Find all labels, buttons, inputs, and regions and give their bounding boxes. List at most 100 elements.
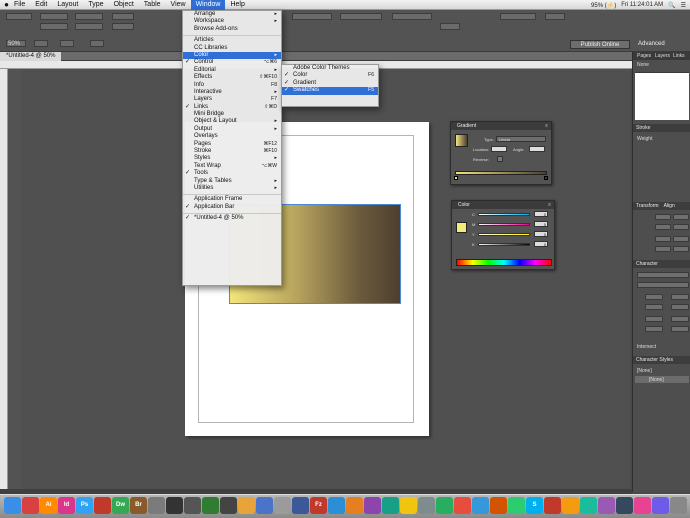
menu-window[interactable]: Window xyxy=(190,0,226,10)
dock-app-icon[interactable] xyxy=(472,497,489,514)
dock-app-icon[interactable] xyxy=(508,497,525,514)
character-styles-header[interactable]: Character Styles xyxy=(633,356,690,364)
stroke-panel-header[interactable]: Stroke xyxy=(633,124,690,132)
menu-item-links[interactable]: ✓ Links ⇧⌘D xyxy=(183,104,281,111)
panel-menu-icon[interactable]: ≡ xyxy=(548,201,551,209)
arrange-documents-button[interactable] xyxy=(90,40,104,47)
leading-field[interactable] xyxy=(671,294,689,300)
tab-pages[interactable]: Pages xyxy=(637,53,651,59)
stroke-type-field[interactable] xyxy=(340,13,382,20)
dock-app-icon[interactable]: Ai xyxy=(40,497,57,514)
gradient-swatch[interactable] xyxy=(455,134,468,147)
channel-value-y[interactable]: 0 xyxy=(534,231,548,237)
dock-app-icon[interactable]: Id xyxy=(58,497,75,514)
menu-item-application-frame[interactable]: Application Frame xyxy=(183,196,281,203)
status-item[interactable]: ☰ xyxy=(681,2,686,9)
menu-item-arrange[interactable]: Arrange ▸ xyxy=(183,11,281,18)
gradient-panel-header[interactable]: Gradient ≡ xyxy=(451,122,551,130)
panel-menu-icon[interactable]: ≡ xyxy=(545,122,548,130)
dock-app-icon[interactable] xyxy=(562,497,579,514)
dock-app-icon[interactable]: Dw xyxy=(112,497,129,514)
screen-mode-button[interactable] xyxy=(60,40,74,47)
channel-value-k[interactable]: 0 xyxy=(534,241,548,247)
dock-app-icon[interactable] xyxy=(616,497,633,514)
zoom-field[interactable]: 50% xyxy=(6,40,26,47)
corner-field[interactable] xyxy=(545,13,565,20)
dock-app-icon[interactable] xyxy=(346,497,363,514)
menu-type[interactable]: Type xyxy=(83,0,108,10)
menu-item-overlays[interactable]: Overlays xyxy=(183,133,281,140)
dock-app-icon[interactable] xyxy=(454,497,471,514)
vertical-ruler[interactable] xyxy=(0,69,8,489)
fill-swatch[interactable] xyxy=(456,222,467,233)
transform-panel-header[interactable]: Transform Align xyxy=(633,202,690,210)
dock-app-icon[interactable]: Br xyxy=(130,497,147,514)
menu-item-application-bar[interactable]: ✓ Application Bar xyxy=(183,204,281,211)
w-field[interactable] xyxy=(75,13,103,20)
dock-app-icon[interactable]: Ps xyxy=(76,497,93,514)
dock-app-icon[interactable] xyxy=(490,497,507,514)
status-item[interactable]: 95% (⚡) xyxy=(591,2,616,9)
vertical-scale-field[interactable] xyxy=(645,316,663,322)
menu-item-mini-bridge[interactable]: Mini Bridge xyxy=(183,111,281,118)
menu-item-color[interactable]: ✓ Color F6 xyxy=(282,72,378,79)
scale-x-field[interactable] xyxy=(112,13,134,20)
publish-online-button[interactable]: Publish Online xyxy=(570,40,630,49)
skew-field[interactable] xyxy=(671,326,689,332)
dock-app-icon[interactable] xyxy=(580,497,597,514)
menu-item-object-layout[interactable]: Object & Layout ▸ xyxy=(183,118,281,125)
align-tab[interactable]: Align xyxy=(664,203,675,209)
menu-item-effects[interactable]: Effects ⇧⌘F10 xyxy=(183,74,281,81)
baseline-shift-field[interactable] xyxy=(645,326,663,332)
menu-item-stroke[interactable]: Stroke ⌘F10 xyxy=(183,148,281,155)
horizontal-scale-field[interactable] xyxy=(671,316,689,322)
menu-item-info[interactable]: Info F8 xyxy=(183,82,281,89)
menu-item-tools[interactable]: ✓ Tools xyxy=(183,170,281,177)
dock-app-icon[interactable] xyxy=(400,497,417,514)
font-family-field[interactable] xyxy=(637,272,689,278)
opacity-field[interactable] xyxy=(392,13,432,20)
gradient-angle-field[interactable] xyxy=(529,146,545,152)
menu-item-workspace[interactable]: Workspace ▸ xyxy=(183,18,281,25)
gradient-reverse-button[interactable] xyxy=(497,156,503,162)
transform-h-field[interactable] xyxy=(673,224,689,230)
menu-item-utilities[interactable]: Utilities ▸ xyxy=(183,185,281,192)
dock-app-icon[interactable] xyxy=(670,497,687,514)
status-item[interactable]: Fri 11:24:01 AM xyxy=(621,2,663,8)
menu-layout[interactable]: Layout xyxy=(52,0,83,10)
menu-help[interactable]: Help xyxy=(225,0,249,10)
menu-item-swatches[interactable]: ✓ Swatches F5 xyxy=(282,87,378,95)
menu-item-adobe-color-themes[interactable]: Adobe Color Themes xyxy=(282,65,378,72)
dock-app-icon[interactable] xyxy=(364,497,381,514)
tracking-field[interactable] xyxy=(671,304,689,310)
dock-app-icon[interactable] xyxy=(544,497,561,514)
character-style-row[interactable]: [None] xyxy=(635,376,689,383)
dock-app-icon[interactable] xyxy=(94,497,111,514)
channel-value-c[interactable]: 0 xyxy=(534,211,548,217)
color-panel-header[interactable]: Color ≡ xyxy=(452,201,554,209)
menu-item-control[interactable]: ✓ Control ⌥⌘6 xyxy=(183,59,281,66)
menu-view[interactable]: View xyxy=(166,0,191,10)
character-panel-header[interactable]: Character xyxy=(633,260,690,268)
dock-app-icon[interactable] xyxy=(418,497,435,514)
dock-app-icon[interactable] xyxy=(328,497,345,514)
dock-app-icon[interactable] xyxy=(634,497,651,514)
document-tab[interactable]: *Untitled-4 @ 50% xyxy=(0,52,62,61)
menu-table[interactable]: Table xyxy=(139,0,166,10)
menu-item-pages[interactable]: Pages ⌘F12 xyxy=(183,141,281,148)
dock-app-icon[interactable] xyxy=(256,497,273,514)
dock-app-icon[interactable] xyxy=(652,497,669,514)
transform-shear-field[interactable] xyxy=(673,246,689,252)
gradient-location-field[interactable] xyxy=(491,146,507,152)
menu-item-interactive[interactable]: Interactive ▸ xyxy=(183,89,281,96)
stroke-weight-field[interactable] xyxy=(292,13,332,20)
transform-w-field[interactable] xyxy=(673,214,689,220)
transform-tab[interactable]: Transform xyxy=(636,203,659,209)
dock-app-icon[interactable]: S xyxy=(526,497,543,514)
transform-scale-y-field[interactable] xyxy=(673,236,689,242)
y-field[interactable] xyxy=(40,23,68,30)
apple-icon[interactable]: ● xyxy=(0,0,9,10)
kerning-field[interactable] xyxy=(645,304,663,310)
menu-item-color[interactable]: Color ▸ xyxy=(183,51,281,60)
view-options-button[interactable] xyxy=(34,40,48,47)
